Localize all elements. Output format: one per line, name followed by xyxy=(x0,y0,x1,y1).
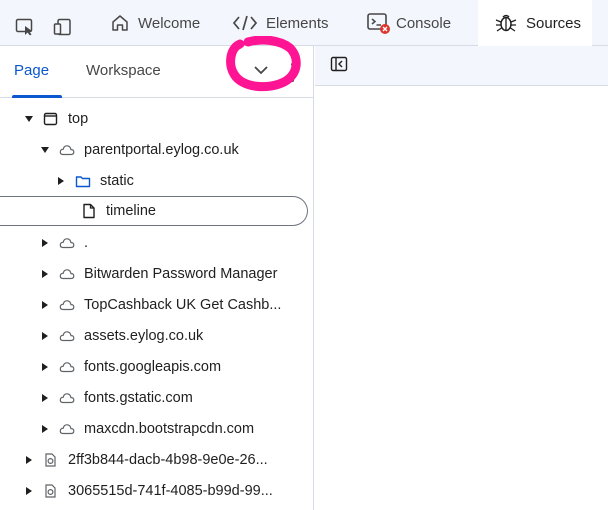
tab-elements[interactable]: Elements xyxy=(226,0,335,46)
tree-item-label: fonts.gstatic.com xyxy=(84,390,193,406)
tree-item-label: . xyxy=(84,235,89,251)
cloud-icon xyxy=(58,421,76,437)
collapsed-triangle-icon[interactable] xyxy=(40,330,50,342)
bug-icon xyxy=(494,12,518,34)
tree-item-label: top xyxy=(68,111,89,127)
tree-item-label: 3065515d-741f-4085-b99d-99... xyxy=(68,483,273,499)
device-toolbar-icon[interactable] xyxy=(52,17,74,37)
cloud-icon xyxy=(58,328,76,344)
navigator-subtabs: Page Workspace xyxy=(0,46,314,98)
tab-label: Elements xyxy=(266,14,329,32)
tree-item-label: 2ff3b844-dacb-4b98-9e0e-26... xyxy=(68,452,268,468)
tab-label: Sources xyxy=(526,14,582,32)
tree-item-worker-2ff3b844[interactable]: 2ff3b844-dacb-4b98-9e0e-26... xyxy=(0,445,314,475)
subtab-page[interactable]: Page xyxy=(14,62,49,79)
tree-item-label: TopCashback UK Get Cashb... xyxy=(84,297,282,313)
collapsed-triangle-icon[interactable] xyxy=(24,454,34,466)
active-subtab-indicator xyxy=(12,95,62,98)
worker-gear-icon xyxy=(42,483,60,499)
tree-item-label: fonts.googleapis.com xyxy=(84,359,222,375)
inspect-element-icon[interactable] xyxy=(14,17,36,37)
console-icon xyxy=(366,11,392,35)
expanded-triangle-icon[interactable] xyxy=(24,113,34,125)
tree-item-assets[interactable]: assets.eylog.co.uk xyxy=(0,321,314,351)
tree-item-top[interactable]: top xyxy=(0,104,314,134)
chevron-down-icon xyxy=(253,62,269,80)
tab-welcome[interactable]: Welcome xyxy=(104,0,206,46)
cloud-icon xyxy=(58,390,76,406)
editor-area xyxy=(315,46,608,510)
collapsed-triangle-icon[interactable] xyxy=(40,361,50,373)
devtools-tabbar: Welcome Elements Console Sources xyxy=(0,0,608,46)
sources-navigator: Page Workspace top parentportal.eylog.co… xyxy=(0,46,314,510)
tree-item-topcashback[interactable]: TopCashback UK Get Cashb... xyxy=(0,290,314,320)
tab-label: Welcome xyxy=(138,14,201,32)
cloud-icon xyxy=(58,297,76,313)
code-brackets-icon xyxy=(232,14,258,32)
collapsed-triangle-icon[interactable] xyxy=(40,423,50,435)
tree-item-label: assets.eylog.co.uk xyxy=(84,328,204,344)
more-options-icon[interactable] xyxy=(287,60,297,84)
cloud-icon xyxy=(58,142,76,158)
cloud-icon xyxy=(58,266,76,282)
worker-gear-icon xyxy=(42,452,60,468)
tree-item-static[interactable]: static xyxy=(0,166,314,196)
collapsed-triangle-icon[interactable] xyxy=(40,268,50,280)
tree-item-fonts-googleapis[interactable]: fonts.googleapis.com xyxy=(0,352,314,382)
tree-item-dot[interactable]: . xyxy=(0,228,314,258)
tree-item-label: parentportal.eylog.co.uk xyxy=(84,142,239,158)
tree-item-label: Bitwarden Password Manager xyxy=(84,266,278,282)
toggle-navigator-button[interactable] xyxy=(329,56,349,76)
tree-item-label: timeline xyxy=(106,203,156,219)
folder-icon xyxy=(74,173,92,189)
tree-item-timeline[interactable]: timeline xyxy=(0,196,308,226)
sidebar-toggle-icon xyxy=(330,56,348,77)
cloud-icon xyxy=(58,359,76,375)
collapsed-triangle-icon[interactable] xyxy=(40,237,50,249)
editor-toolbar xyxy=(315,46,608,86)
collapsed-triangle-icon[interactable] xyxy=(40,299,50,311)
tree-item-bitwarden[interactable]: Bitwarden Password Manager xyxy=(0,259,314,289)
collapsed-triangle-icon[interactable] xyxy=(40,392,50,404)
tab-sources[interactable]: Sources xyxy=(478,0,592,46)
tab-label: Console xyxy=(396,14,452,32)
tree-item-worker-3065515d[interactable]: 3065515d-741f-4085-b99d-99... xyxy=(0,476,314,506)
tree-item-fonts-gstatic[interactable]: fonts.gstatic.com xyxy=(0,383,314,413)
tree-item-parentportal[interactable]: parentportal.eylog.co.uk xyxy=(0,135,314,165)
more-tabs-dropdown-button[interactable] xyxy=(231,48,291,94)
file-icon xyxy=(80,203,98,219)
tab-console[interactable]: Console xyxy=(360,0,457,46)
expanded-triangle-icon[interactable] xyxy=(40,144,50,156)
frame-icon xyxy=(42,111,60,127)
tree-item-maxcdn[interactable]: maxcdn.bootstrapcdn.com xyxy=(0,414,314,444)
home-icon xyxy=(110,13,130,33)
subtab-workspace[interactable]: Workspace xyxy=(86,62,161,79)
tree-item-label: maxcdn.bootstrapcdn.com xyxy=(84,421,255,437)
cloud-icon xyxy=(58,235,76,251)
collapsed-triangle-icon[interactable] xyxy=(56,175,66,187)
tree-item-label: static xyxy=(100,173,134,189)
collapsed-triangle-icon[interactable] xyxy=(24,485,34,497)
